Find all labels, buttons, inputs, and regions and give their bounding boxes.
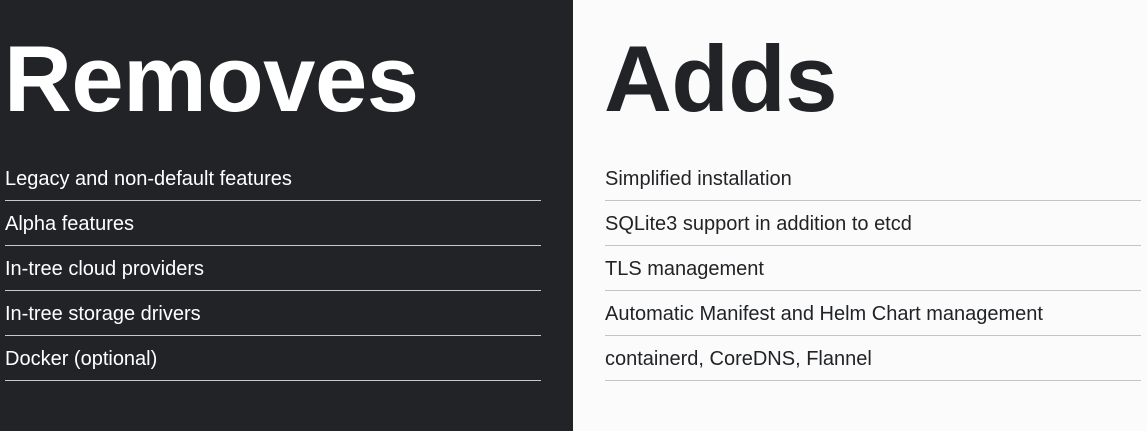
list-item: In-tree storage drivers bbox=[5, 292, 541, 336]
list-item: Alpha features bbox=[5, 202, 541, 246]
list-item: Automatic Manifest and Helm Chart manage… bbox=[605, 292, 1141, 336]
adds-heading: Adds bbox=[604, 26, 838, 131]
list-item: Docker (optional) bbox=[5, 337, 541, 381]
list-item: SQLite3 support in addition to etcd bbox=[605, 202, 1141, 246]
adds-list: Simplified installation SQLite3 support … bbox=[605, 157, 1141, 382]
removes-list: Legacy and non-default features Alpha fe… bbox=[5, 157, 541, 382]
removes-heading: Removes bbox=[4, 26, 419, 131]
list-item: Simplified installation bbox=[605, 157, 1141, 201]
list-item: TLS management bbox=[605, 247, 1141, 291]
list-item: containerd, CoreDNS, Flannel bbox=[605, 337, 1141, 381]
list-item: Legacy and non-default features bbox=[5, 157, 541, 201]
list-item: In-tree cloud providers bbox=[5, 247, 541, 291]
adds-panel: Adds Simplified installation SQLite3 sup… bbox=[573, 0, 1147, 431]
comparison-slide: Removes Legacy and non-default features … bbox=[0, 0, 1147, 431]
removes-panel: Removes Legacy and non-default features … bbox=[0, 0, 573, 431]
